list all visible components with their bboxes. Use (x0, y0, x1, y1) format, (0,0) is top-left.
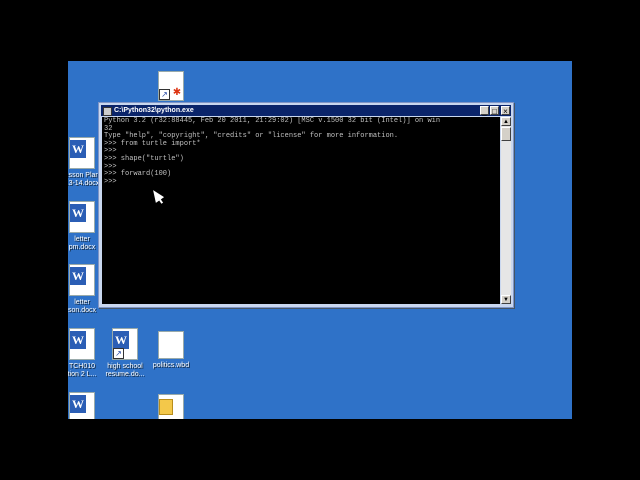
minimize-button[interactable]: _ (480, 106, 489, 116)
word-document-icon: W (69, 392, 95, 419)
file-icon (158, 331, 184, 359)
console-line: >>> (104, 177, 117, 186)
word-document-icon: W (69, 264, 95, 296)
desktop-icon-politics[interactable]: politics.wbd (141, 331, 201, 370)
console-line: >>> from turtle import* (104, 139, 201, 148)
console-app-icon (103, 107, 112, 116)
window-title: C:\Python32\python.exe (114, 107, 194, 114)
document-icon (158, 394, 184, 419)
word-document-icon: W (69, 328, 95, 360)
scroll-thumb[interactable] (501, 127, 511, 141)
folder-icon (159, 399, 173, 415)
desktop-icon-shortcut-pdf[interactable]: ↗ ✱ (141, 71, 201, 101)
python-console-window[interactable]: C:\Python32\python.exe _ □ × Python 3.2 … (98, 102, 514, 308)
vertical-scrollbar[interactable]: ▲ ▼ (501, 117, 511, 304)
scroll-up-arrow-icon[interactable]: ▲ (501, 117, 511, 126)
console-text: Python 3.2 (r32:88445, Feb 20 2011, 21:2… (102, 117, 500, 187)
title-bar[interactable]: C:\Python32\python.exe _ □ × (101, 105, 511, 116)
shortcut-arrow-icon: ↗ (113, 348, 124, 359)
word-document-icon: W (69, 201, 95, 233)
close-button[interactable]: × (501, 106, 510, 116)
scroll-down-arrow-icon[interactable]: ▼ (501, 295, 511, 304)
desktop-icon-word-doc[interactable]: W (68, 392, 112, 419)
word-document-icon: W ↗ (112, 328, 138, 360)
pdf-icon: ✱ (172, 87, 182, 98)
icon-label: politics.wbd (152, 362, 190, 369)
desktop-icon-folder-doc[interactable] (141, 394, 201, 419)
word-document-icon: W (69, 137, 95, 169)
console-output[interactable]: Python 3.2 (r32:88445, Feb 20 2011, 21:2… (102, 117, 500, 304)
console-line: Python 3.2 (r32:88445, Feb 20 2011, 21:2… (104, 117, 441, 125)
shortcut-arrow-icon: ↗ (159, 89, 170, 100)
document-icon: ↗ ✱ (158, 71, 184, 101)
maximize-button[interactable]: □ (490, 106, 499, 116)
